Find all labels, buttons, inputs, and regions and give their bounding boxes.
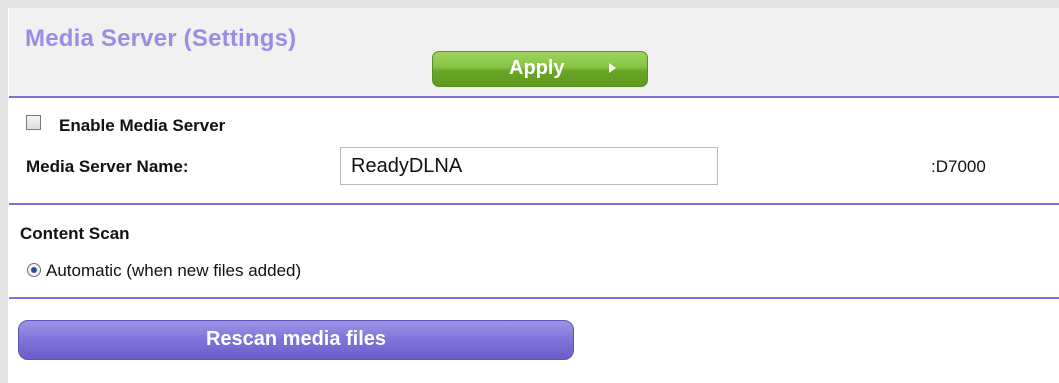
rescan-media-files-button[interactable]: Rescan media files: [18, 320, 574, 360]
content-scan-heading: Content Scan: [20, 224, 130, 243]
rescan-button-label: Rescan media files: [205, 328, 387, 350]
model-suffix: :D7000: [931, 157, 986, 176]
media-server-name-label: Media Server Name:: [26, 157, 189, 176]
apply-button[interactable]: Apply: [432, 51, 648, 87]
play-arrow-icon: [609, 63, 616, 73]
section-divider: [9, 297, 1059, 299]
apply-button-label: Apply: [509, 57, 565, 79]
enable-media-server-checkbox[interactable]: [26, 115, 41, 130]
radio-selected-dot: [31, 267, 37, 273]
enable-media-server-label: Enable Media Server: [59, 116, 226, 135]
page-title: Media Server (Settings): [25, 25, 297, 52]
media-server-name-input[interactable]: [340, 147, 718, 185]
section-divider: [9, 203, 1059, 205]
automatic-scan-label: Automatic (when new files added): [46, 261, 302, 280]
section-divider: [9, 96, 1059, 98]
automatic-scan-radio[interactable]: [27, 263, 41, 277]
